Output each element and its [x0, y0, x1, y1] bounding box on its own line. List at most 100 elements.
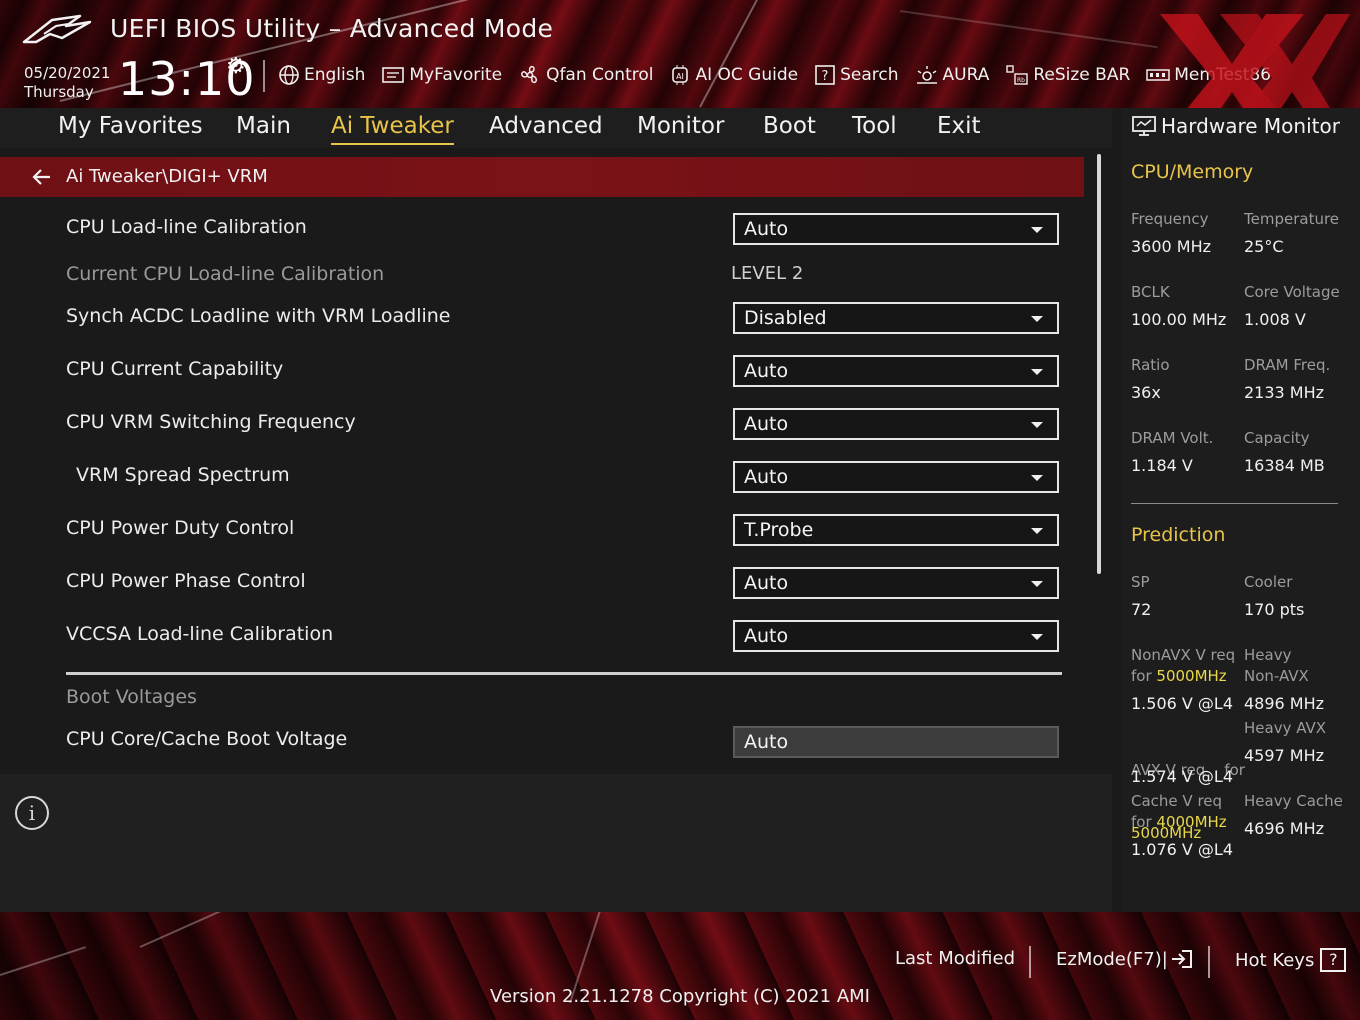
prediction-heading: Prediction — [1131, 524, 1226, 546]
ratio-label: Ratio — [1131, 356, 1170, 374]
nonavx-req-label: NonAVX V req for 5000MHz — [1131, 645, 1235, 687]
monitor-icon — [1132, 116, 1156, 136]
qfan-control-button[interactable]: Qfan Control — [518, 64, 653, 86]
settings-scrollbar[interactable] — [1097, 154, 1101, 574]
chevron-down-icon — [1031, 369, 1043, 375]
dropdown-value: Disabled — [744, 307, 827, 329]
dropdown-value: Auto — [744, 360, 789, 382]
day-text: Thursday — [24, 83, 94, 101]
setting-label: Synch ACDC Loadline with VRM Loadline — [66, 305, 451, 327]
gear-icon[interactable]: ⚙ — [226, 54, 246, 79]
setting-label: VCCSA Load-line Calibration — [66, 623, 334, 645]
nonavx-req-value: 1.506 V @L4 — [1131, 694, 1234, 713]
back-arrow-icon[interactable] — [32, 168, 52, 186]
main-menu-tabs: My Favorites Main Ai Tweaker Advanced Mo… — [0, 108, 1112, 148]
heavy-nonavx-label: Heavy Non-AVX — [1244, 645, 1309, 687]
hot-keys-button[interactable]: Hot Keys ? — [1235, 948, 1347, 972]
ezmode-button[interactable]: EzMode(F7)| — [1056, 948, 1194, 970]
breadcrumb-path: Ai Tweaker\DIGI+ VRM — [66, 166, 268, 187]
cooler-value: 170 pts — [1244, 600, 1305, 619]
cpu-power-duty-dropdown[interactable]: T.Probe — [733, 514, 1059, 546]
setting-label: CPU Current Capability — [66, 358, 284, 380]
capacity-value: 16384 MB — [1244, 456, 1325, 475]
chevron-down-icon — [1031, 581, 1043, 587]
heavy-nonavx-line1: Heavy — [1244, 646, 1292, 664]
chevron-down-icon — [1031, 528, 1043, 534]
exit-to-ezmode-icon — [1171, 950, 1192, 968]
setting-label: CPU Core/Cache Boot Voltage — [66, 728, 348, 750]
dram-volt-label: DRAM Volt. — [1131, 429, 1214, 447]
memtest-label: MemTest86 — [1174, 65, 1272, 85]
tab-main[interactable]: Main — [236, 113, 291, 139]
bclk-value: 100.00 MHz — [1131, 310, 1227, 329]
resize-bar-button[interactable]: Rb ReSize BAR — [1005, 64, 1130, 86]
cpu-current-capability-dropdown[interactable]: Auto — [733, 355, 1059, 387]
memtest-icon — [1146, 69, 1171, 81]
fan-icon — [521, 65, 538, 84]
language-label: English — [304, 65, 366, 85]
resize-bar-icon: Rb — [1006, 65, 1029, 85]
vrm-switching-frequency-dropdown[interactable]: Auto — [733, 408, 1059, 440]
dram-freq-label: DRAM Freq. — [1244, 356, 1331, 374]
rog-logo-icon — [22, 14, 92, 44]
vccsa-llc-dropdown[interactable]: Auto — [733, 620, 1059, 652]
cache-req-label: Cache V req for 4000MHz — [1131, 791, 1227, 833]
avx-req-value: 1.574 V @L4 — [1131, 767, 1234, 786]
aura-light-icon — [916, 66, 937, 84]
cache-req-freq: 4000MHz — [1156, 813, 1227, 831]
breadcrumb: Ai Tweaker\DIGI+ VRM — [0, 157, 1084, 197]
boot-voltages-heading: Boot Voltages — [66, 686, 197, 708]
memtest-button[interactable]: MemTest86 — [1146, 65, 1271, 85]
info-icon: i — [15, 796, 49, 830]
date-text: 05/20/2021 — [24, 64, 111, 82]
dram-volt-value: 1.184 V — [1131, 456, 1193, 475]
ai-chip-icon: AI — [672, 65, 689, 85]
resize-bar-label: ReSize BAR — [1033, 65, 1131, 85]
section-divider — [66, 672, 1062, 675]
search-button[interactable]: ? Search — [814, 64, 899, 86]
dropdown-value: Auto — [744, 572, 789, 594]
nonavx-req-line2: for 5000MHz — [1131, 666, 1235, 687]
aura-button[interactable]: AURA — [915, 64, 990, 86]
chevron-down-icon — [1031, 634, 1043, 640]
cache-req-value: 1.076 V @L4 — [1131, 840, 1234, 859]
nonavx-req-freq: 5000MHz — [1156, 667, 1227, 685]
language-button[interactable]: English — [278, 64, 365, 86]
top-toolbar: English MyFavorite Qfan Control AI AI OC… — [278, 60, 1287, 90]
dropdown-value: Auto — [744, 218, 789, 240]
last-modified-button[interactable]: Last Modified — [895, 948, 1015, 969]
setting-label: CPU Power Duty Control — [66, 517, 295, 539]
temperature-value: 25°C — [1244, 237, 1284, 256]
cache-req-line2: for 4000MHz — [1131, 812, 1227, 833]
svg-text:Rb: Rb — [1017, 77, 1025, 84]
vrm-spread-spectrum-dropdown[interactable]: Auto — [733, 461, 1059, 493]
frequency-label: Frequency — [1131, 210, 1209, 228]
tab-ai-tweaker[interactable]: Ai Tweaker — [331, 113, 454, 145]
hot-keys-label: Hot Keys — [1235, 949, 1315, 971]
cache-req-for: for — [1131, 813, 1157, 831]
settings-panel: Ai Tweaker\DIGI+ VRM CPU Load-line Calib… — [0, 148, 1112, 766]
heavy-avx-label: Heavy AVX — [1244, 719, 1327, 737]
aura-label: AURA — [942, 65, 990, 85]
ai-oc-guide-button[interactable]: AI AI OC Guide — [669, 64, 798, 86]
capacity-label: Capacity — [1244, 429, 1310, 447]
ratio-value: 36x — [1131, 383, 1161, 402]
input-value: Auto — [744, 731, 789, 753]
setting-label: CPU Load-line Calibration — [66, 216, 307, 238]
tab-my-favorites[interactable]: My Favorites — [58, 113, 203, 139]
tab-tool[interactable]: Tool — [852, 113, 897, 139]
current-llc-value: LEVEL 2 — [731, 263, 804, 284]
dropdown-value: T.Probe — [744, 519, 814, 541]
tab-exit[interactable]: Exit — [937, 113, 981, 139]
cpu-llc-dropdown[interactable]: Auto — [733, 213, 1059, 245]
synch-acdc-dropdown[interactable]: Disabled — [733, 302, 1059, 334]
tab-boot[interactable]: Boot — [763, 113, 816, 139]
boot-voltage-input[interactable]: Auto — [733, 726, 1059, 758]
tab-monitor[interactable]: Monitor — [637, 113, 724, 139]
dropdown-value: Auto — [744, 466, 789, 488]
cooler-label: Cooler — [1244, 573, 1293, 591]
setting-label: CPU VRM Switching Frequency — [66, 411, 356, 433]
tab-advanced[interactable]: Advanced — [489, 113, 603, 139]
myfavorite-button[interactable]: MyFavorite — [381, 65, 502, 85]
cpu-power-phase-dropdown[interactable]: Auto — [733, 567, 1059, 599]
